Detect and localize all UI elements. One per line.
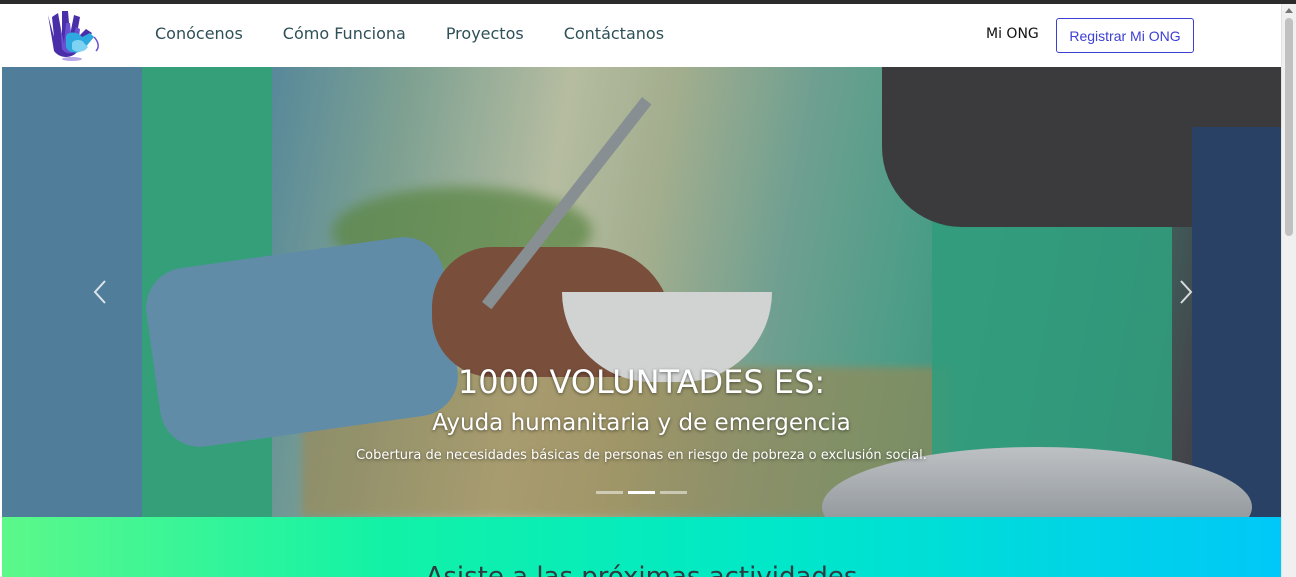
scrollbar-thumb[interactable] <box>1285 18 1293 236</box>
carousel-indicators <box>596 491 692 494</box>
carousel-description: Cobertura de necesidades básicas de pers… <box>356 448 927 463</box>
page-scrollbar[interactable] <box>1281 4 1296 577</box>
carousel-subtitle: Ayuda humanitaria y de emergencia <box>432 410 851 436</box>
section-title: Asiste a las próximas actividades <box>425 562 858 577</box>
chevron-left-icon[interactable] <box>86 277 116 307</box>
carousel-indicator-1[interactable] <box>596 491 623 494</box>
nav-link-contactanos[interactable]: Contáctanos <box>564 23 664 45</box>
scroll-up-arrow-icon[interactable] <box>1285 8 1293 13</box>
carousel-title: 1000 VOLUNTADES ES: <box>457 363 826 401</box>
navbar: Conócenos Cómo Funciona Proyectos Contác… <box>2 4 1281 67</box>
hero-carousel: 1000 VOLUNTADES ES: Ayuda humanitaria y … <box>2 67 1281 517</box>
nav-link-conocenos[interactable]: Conócenos <box>155 23 243 45</box>
nav-link-proyectos[interactable]: Proyectos <box>446 23 524 45</box>
main-nav: Conócenos Cómo Funciona Proyectos Contác… <box>155 23 704 45</box>
mi-ong-link[interactable]: Mi ONG <box>986 26 1039 42</box>
carousel-indicator-2[interactable] <box>628 491 655 494</box>
page: Conócenos Cómo Funciona Proyectos Contác… <box>2 4 1281 577</box>
activities-section: Asiste a las próximas actividades <box>2 517 1281 577</box>
register-ong-button[interactable]: Registrar Mi ONG <box>1056 18 1194 53</box>
carousel-indicator-3[interactable] <box>660 491 687 494</box>
chevron-right-icon[interactable] <box>1170 277 1200 307</box>
hands-logo[interactable] <box>38 7 110 63</box>
nav-link-como-funciona[interactable]: Cómo Funciona <box>283 23 406 45</box>
